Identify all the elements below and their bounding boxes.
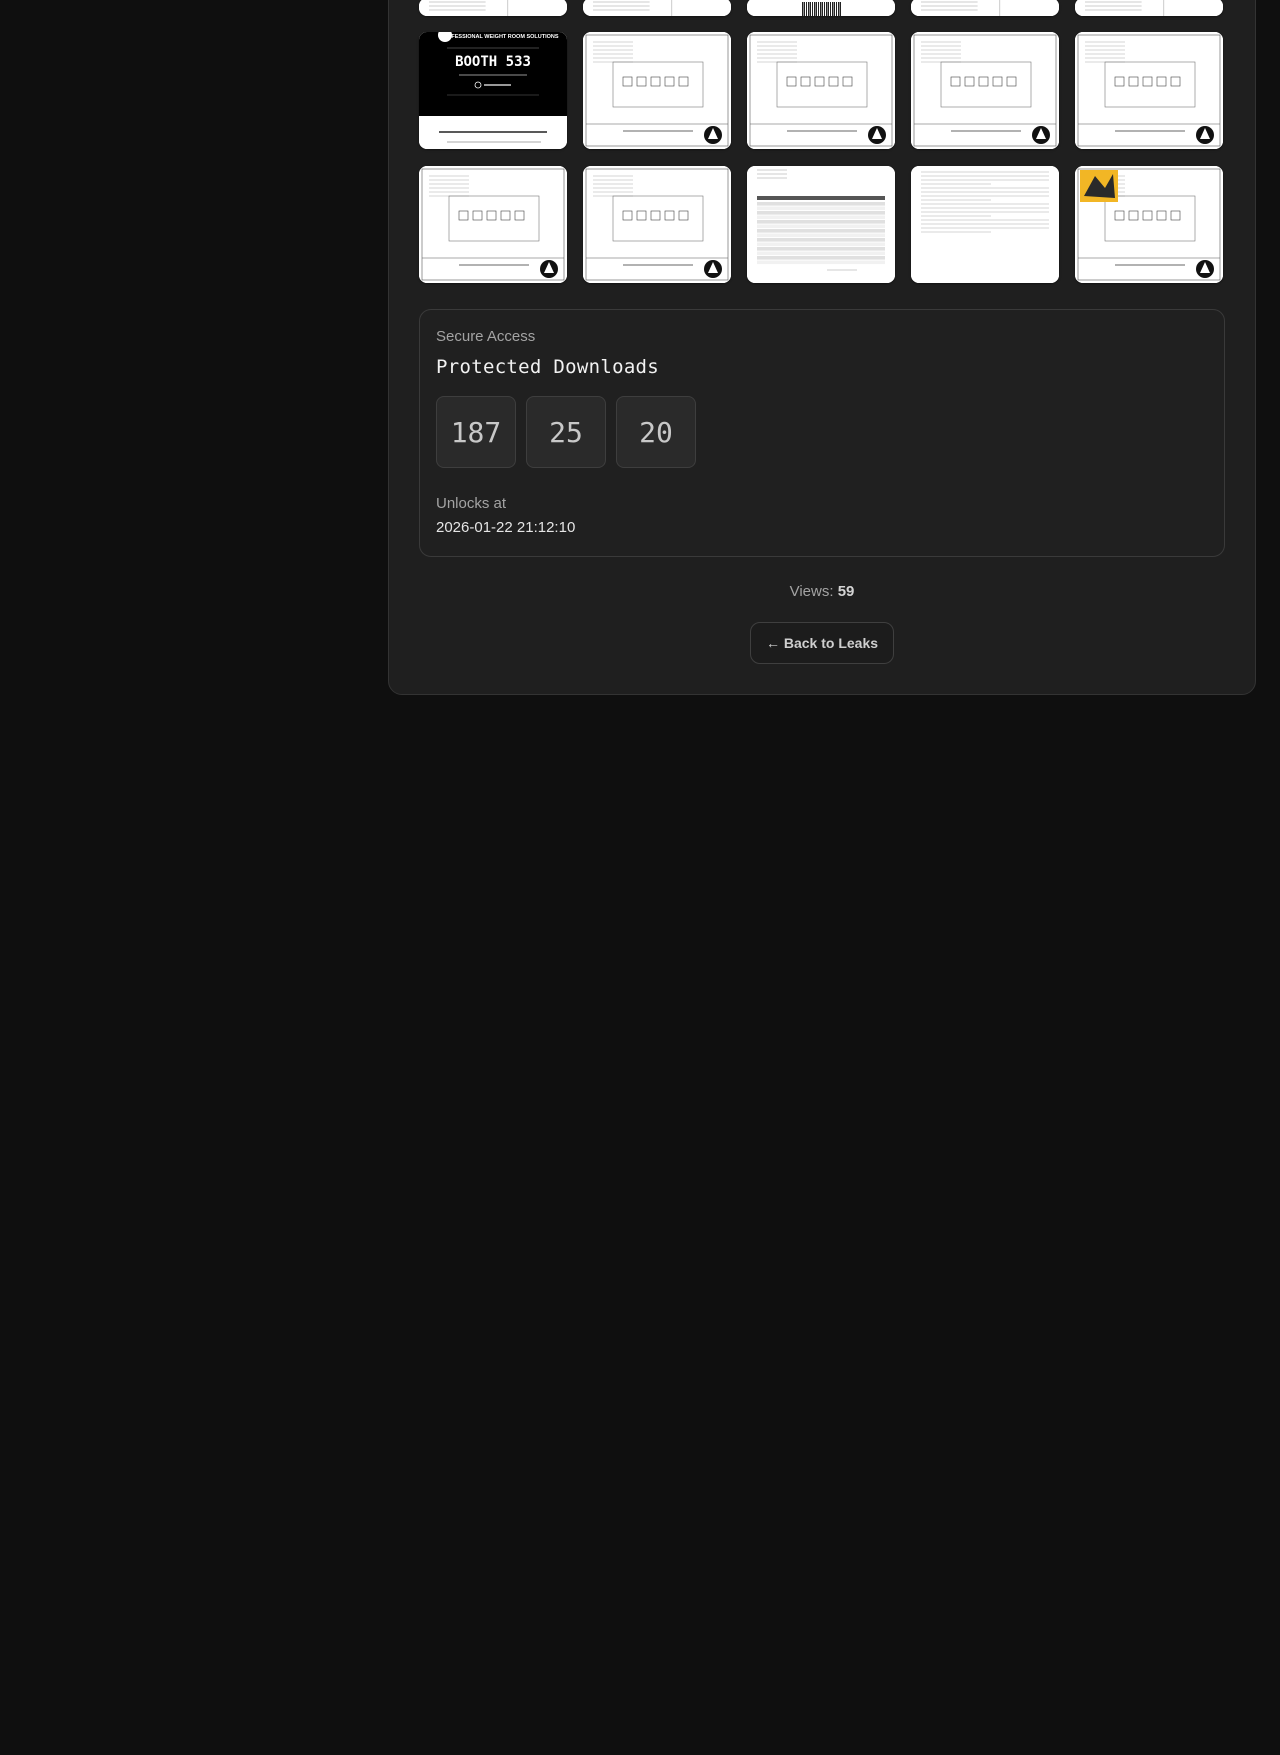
views-counter: Views: 59 <box>388 583 1256 600</box>
svg-text:BOOTH 533: BOOTH 533 <box>455 54 531 70</box>
letter-thumbnail[interactable] <box>911 166 1059 283</box>
floorplan-thumbnail-1[interactable] <box>583 32 731 149</box>
back-to-leaks-button[interactable]: ← Back to Leaks <box>750 622 894 664</box>
floorplan-thumbnail-1-image <box>583 32 731 149</box>
doc-thumbnail-2[interactable] <box>583 0 731 16</box>
booth-flyer-thumbnail-image: PROFESSIONAL WEIGHT ROOM SOLUTIONS BOOTH … <box>419 32 567 149</box>
booth-flyer-thumbnail[interactable]: PROFESSIONAL WEIGHT ROOM SOLUTIONS BOOTH … <box>419 32 567 149</box>
secure-access-label: Secure Access <box>436 328 536 345</box>
floorplan-thumbnail-american-2-image <box>1075 32 1223 149</box>
protected-downloads-title: Protected Downloads <box>436 356 660 378</box>
doc-thumbnail-3-image <box>747 0 895 16</box>
countdown-box-3: 20 <box>616 396 696 468</box>
views-label: Views: <box>789 583 834 600</box>
floorplan-thumbnail-missouri-western[interactable] <box>1075 166 1223 283</box>
floorplan-thumbnail-appalachian[interactable] <box>419 166 567 283</box>
letter-thumbnail-image <box>911 166 1059 283</box>
page: PROFESSIONAL WEIGHT ROOM SOLUTIONS BOOTH … <box>0 0 1280 1755</box>
countdown-box-1: 187 <box>436 396 516 468</box>
doc-thumbnail-3[interactable] <box>747 0 895 16</box>
doc-thumbnail-1[interactable] <box>419 0 567 16</box>
countdown-box-2: 25 <box>526 396 606 468</box>
quote-table-thumbnail-image <box>747 166 895 283</box>
floorplan-thumbnail-american-1[interactable] <box>911 32 1059 149</box>
doc-thumbnail-4[interactable] <box>911 0 1059 16</box>
floorplan-thumbnail-2[interactable] <box>747 32 895 149</box>
doc-thumbnail-5[interactable] <box>1075 0 1223 16</box>
doc-thumbnail-5-image <box>1075 0 1223 16</box>
floorplan-thumbnail-2-image <box>747 32 895 149</box>
floorplan-thumbnail-auburn[interactable] <box>583 166 731 283</box>
svg-text:PROFESSIONAL WEIGHT ROOM SOLUT: PROFESSIONAL WEIGHT ROOM SOLUTIONS <box>439 34 558 40</box>
secure-access-card: Secure Access Protected Downloads 187 25… <box>419 309 1225 557</box>
views-count: 59 <box>837 583 855 600</box>
quote-table-thumbnail[interactable] <box>747 166 895 283</box>
doc-thumbnail-1-image <box>419 0 567 16</box>
unlock-timestamp: 2026-01-22 21:12:10 <box>436 519 576 536</box>
floorplan-thumbnail-missouri-western-image <box>1075 166 1223 283</box>
floorplan-thumbnail-auburn-image <box>583 166 731 283</box>
doc-thumbnail-2-image <box>583 0 731 16</box>
unlocks-at-label: Unlocks at <box>436 495 507 512</box>
floorplan-thumbnail-appalachian-image <box>419 166 567 283</box>
doc-thumbnail-4-image <box>911 0 1059 16</box>
floorplan-thumbnail-american-2[interactable] <box>1075 32 1223 149</box>
floorplan-thumbnail-american-1-image <box>911 32 1059 149</box>
